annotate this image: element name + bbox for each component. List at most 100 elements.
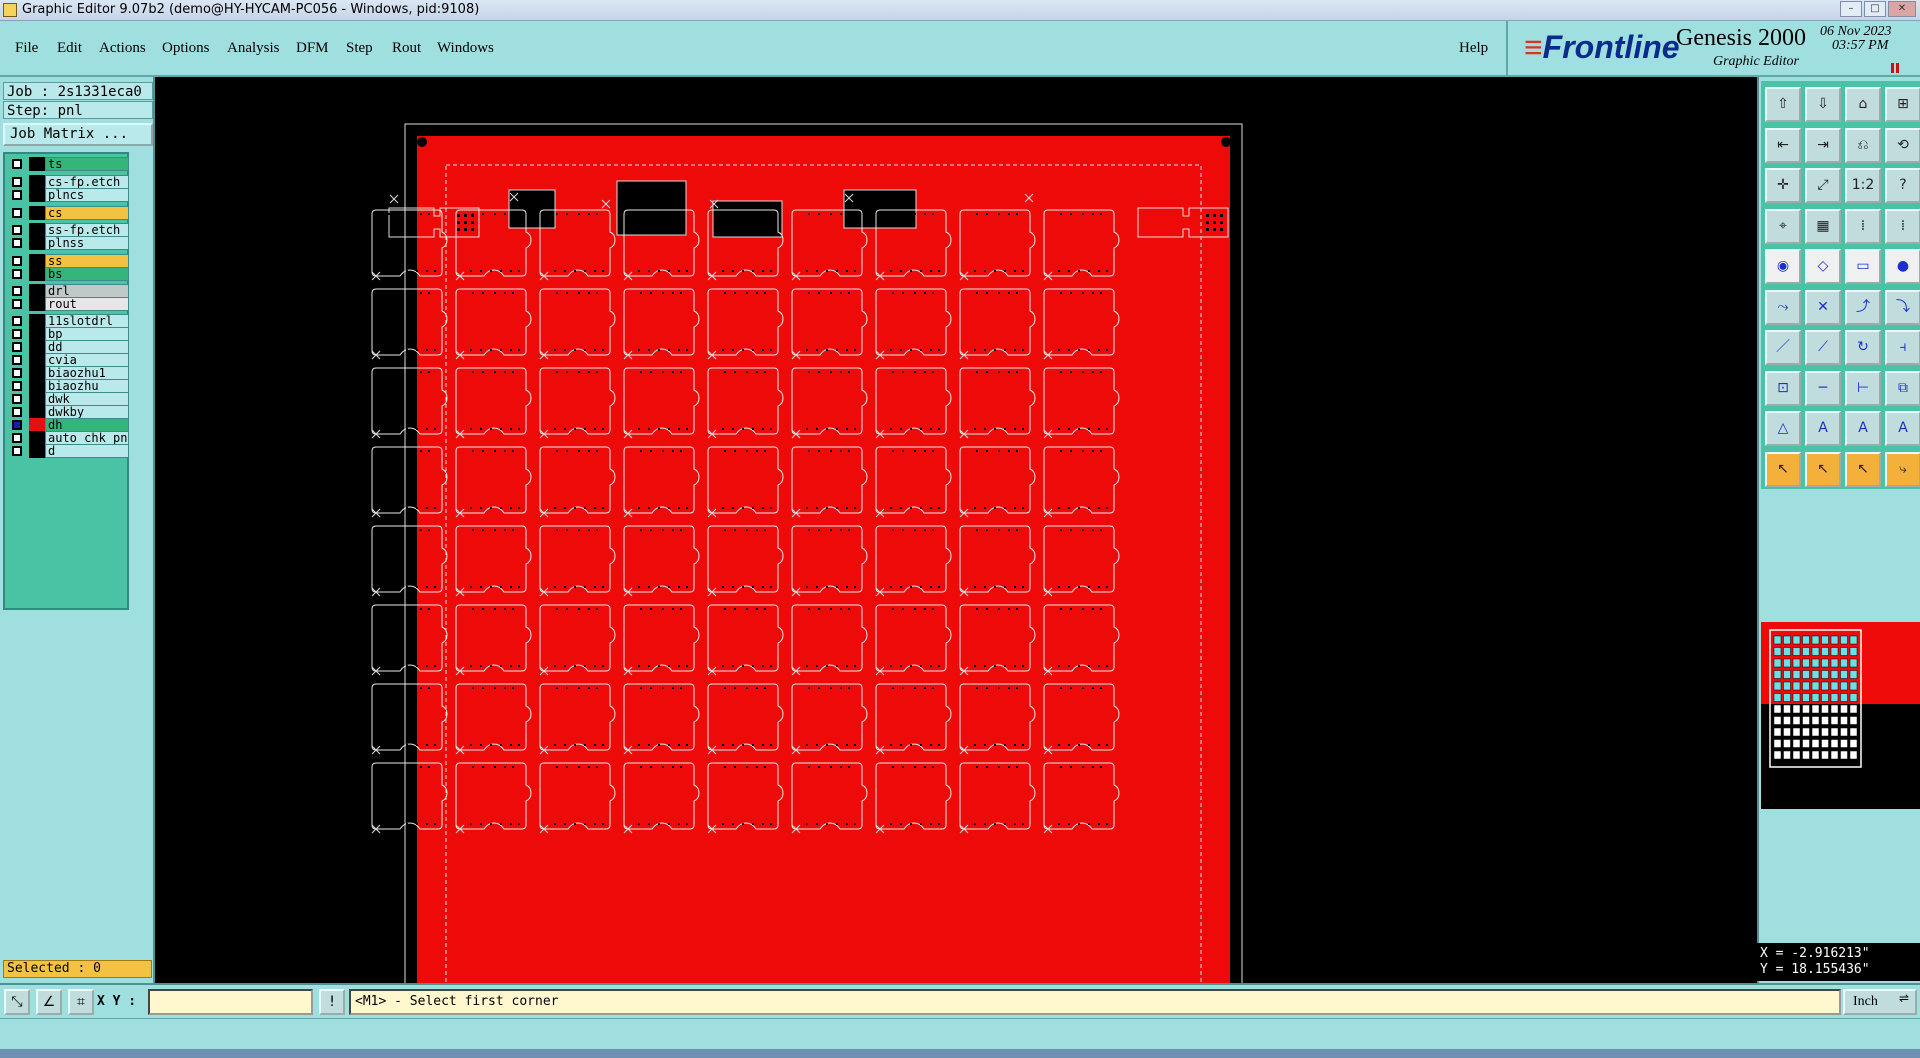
menu-help[interactable]: Help: [1459, 40, 1488, 57]
layer-checkbox[interactable]: [12, 420, 22, 430]
layer-name[interactable]: plncs: [45, 188, 129, 202]
layer-name[interactable]: ts: [45, 157, 129, 171]
layer-row-biaozhu1[interactable]: biaozhu1: [7, 366, 129, 380]
layer-name[interactable]: drl: [45, 284, 129, 298]
layer-color-swatch[interactable]: [29, 418, 45, 432]
layer-color-swatch[interactable]: [29, 284, 45, 298]
menu-windows[interactable]: Windows: [437, 40, 494, 57]
snap-mode-icon[interactable]: ⤡: [4, 989, 30, 1015]
save-icon[interactable]: ⇩: [1805, 87, 1841, 122]
layer-checkbox[interactable]: [12, 407, 22, 417]
zoom-icon[interactable]: ⤢: [1805, 168, 1841, 203]
menu-edit[interactable]: Edit: [57, 40, 82, 57]
close-icon[interactable]: ✕: [1888, 1, 1916, 17]
minimize-icon[interactable]: –: [1840, 1, 1862, 17]
pad-icon[interactable]: ●: [1885, 249, 1920, 284]
arc-connect-icon[interactable]: ⤴: [1845, 289, 1881, 325]
layer-name[interactable]: cvia: [45, 353, 129, 367]
layer-color-swatch[interactable]: [29, 431, 45, 445]
layer-checkbox[interactable]: [12, 316, 22, 326]
layer-checkbox[interactable]: [12, 394, 22, 404]
menu-analysis[interactable]: Analysis: [227, 40, 280, 57]
cross-icon[interactable]: ✕: [1805, 289, 1841, 325]
layer-row-cs[interactable]: cs: [7, 206, 129, 220]
layer-row-ss[interactable]: ss: [7, 254, 129, 268]
layer-row-dwk[interactable]: dwk: [7, 392, 129, 406]
edit-icon[interactable]: ◇: [1805, 249, 1841, 284]
grid-icon[interactable]: ▦: [1805, 208, 1841, 244]
next-icon[interactable]: ⇥: [1805, 127, 1841, 163]
line-connect-icon[interactable]: ⤵: [1885, 289, 1920, 325]
line-cut-icon[interactable]: ─: [1805, 370, 1841, 406]
layer-name[interactable]: plnss: [45, 236, 129, 250]
menu-rout[interactable]: Rout: [392, 40, 421, 57]
job-matrix-button[interactable]: Job Matrix ...: [3, 123, 153, 146]
menu-options[interactable]: Options: [162, 40, 210, 57]
layer-row-d[interactable]: d: [7, 444, 129, 458]
triangle-icon[interactable]: △: [1765, 411, 1801, 446]
alert-icon[interactable]: !: [319, 989, 345, 1015]
layer-color-swatch[interactable]: [29, 340, 45, 354]
layer-color-swatch[interactable]: [29, 236, 45, 250]
layer-checkbox[interactable]: [12, 433, 22, 443]
layer-row-cs-fp.etch[interactable]: cs-fp.etch: [7, 175, 129, 189]
layer-row-cvia[interactable]: cvia: [7, 353, 129, 367]
layer-checkbox[interactable]: [12, 256, 22, 266]
grid-mode-icon[interactable]: ⌗: [68, 989, 94, 1015]
layer-name[interactable]: dd: [45, 340, 129, 354]
layer-row-11slotdrl[interactable]: 11slotdrl: [7, 314, 129, 328]
layer-color-swatch[interactable]: [29, 353, 45, 367]
layer-row-drl[interactable]: drl: [7, 284, 129, 298]
maximize-icon[interactable]: □: [1864, 1, 1886, 17]
layer-checkbox[interactable]: [12, 368, 22, 378]
layer-row-rout[interactable]: rout: [7, 297, 129, 311]
layer-color-swatch[interactable]: [29, 327, 45, 341]
layer-checkbox[interactable]: [12, 159, 22, 169]
menu-file[interactable]: File: [15, 40, 38, 57]
layer-row-dwkby[interactable]: dwkby: [7, 405, 129, 419]
layer-row-bs[interactable]: bs: [7, 267, 129, 281]
slope-icon[interactable]: ⟋: [1805, 330, 1841, 365]
layer-checkbox[interactable]: [12, 208, 22, 218]
layer-checkbox[interactable]: [12, 355, 22, 365]
xy-input[interactable]: [148, 989, 313, 1015]
layer-color-swatch[interactable]: [29, 157, 45, 171]
layer-name[interactable]: 11slotdrl: [45, 314, 129, 328]
snap-icon[interactable]: ⌖: [1765, 208, 1801, 244]
menu-dfm[interactable]: DFM: [296, 40, 329, 57]
menu-step[interactable]: Step: [346, 40, 373, 57]
fit-icon[interactable]: ✛: [1765, 168, 1801, 203]
scale-1-2-icon[interactable]: 1:2: [1845, 168, 1881, 203]
help-icon[interactable]: ?: [1885, 168, 1920, 203]
drill-check-icon[interactable]: ⁞: [1845, 208, 1881, 244]
layer-color-swatch[interactable]: [29, 267, 45, 281]
units-selector[interactable]: Inch ⇌: [1843, 989, 1917, 1015]
undo-icon[interactable]: ⎌: [1845, 127, 1881, 163]
layer-name[interactable]: ss-fp.etch: [45, 223, 129, 237]
layer-color-swatch[interactable]: [29, 223, 45, 237]
layer-name[interactable]: biaozhu1: [45, 366, 129, 380]
redo-icon[interactable]: ⟲: [1885, 127, 1920, 163]
layer-row-bp[interactable]: bp: [7, 327, 129, 341]
connect-icon[interactable]: ⤳: [1765, 289, 1801, 325]
layer-name[interactable]: dwkby: [45, 405, 129, 419]
copy-icon[interactable]: ⧉: [1885, 370, 1920, 406]
layer-row-dh[interactable]: dh: [7, 418, 129, 432]
graphic-canvas[interactable]: [157, 77, 1755, 983]
layer-name[interactable]: bp: [45, 327, 129, 341]
pointer-icon[interactable]: ↖: [1765, 451, 1801, 487]
select-circle-icon[interactable]: ↖: [1845, 451, 1881, 487]
layer-checkbox[interactable]: [12, 225, 22, 235]
ruler-icon[interactable]: ▭: [1845, 249, 1881, 284]
layer-checkbox[interactable]: [12, 238, 22, 248]
layer-color-swatch[interactable]: [29, 379, 45, 393]
layout-icon[interactable]: ⊞: [1885, 87, 1920, 122]
layer-color-swatch[interactable]: [29, 188, 45, 202]
layer-name[interactable]: biaozhu: [45, 379, 129, 393]
layer-name[interactable]: rout: [45, 297, 129, 311]
layer-checkbox[interactable]: [12, 381, 22, 391]
drill-check-2-icon[interactable]: ⁞: [1885, 208, 1920, 244]
add-feature-icon[interactable]: ⇧: [1765, 87, 1801, 122]
layer-checkbox[interactable]: [12, 269, 22, 279]
select-icon[interactable]: ↖: [1805, 451, 1841, 487]
